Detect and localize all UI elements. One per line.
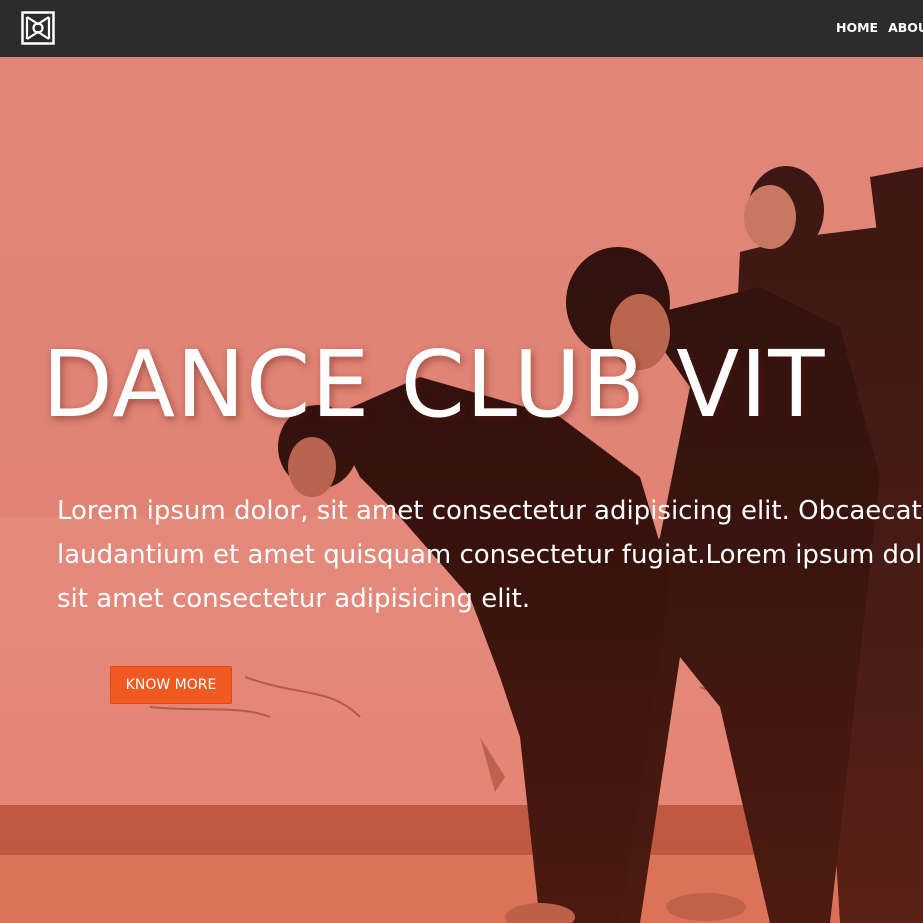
dance-club-logo-icon[interactable] [21,11,55,45]
hero-paragraph-line: laudantium et amet quisquam consectetur … [57,540,923,570]
top-navbar: HOME ABOUT [0,0,923,57]
hero-paragraph-line: Lorem ipsum dolor, sit amet consectetur … [57,496,922,526]
hero-section: DANCE CLUB VIT Lorem ipsum dolor, sit am… [0,57,923,923]
hero-title: DANCE CLUB VIT [42,331,826,438]
hero-paragraph-line: sit amet consectetur adipisicing elit. [57,584,531,614]
hero-paragraph: Lorem ipsum dolor, sit amet consectetur … [57,489,923,621]
nav-link-about[interactable]: ABOUT [888,20,923,35]
nav-link-home[interactable]: HOME [836,20,878,35]
know-more-button[interactable]: KNOW MORE [110,666,232,704]
nav-links: HOME ABOUT [836,20,923,35]
